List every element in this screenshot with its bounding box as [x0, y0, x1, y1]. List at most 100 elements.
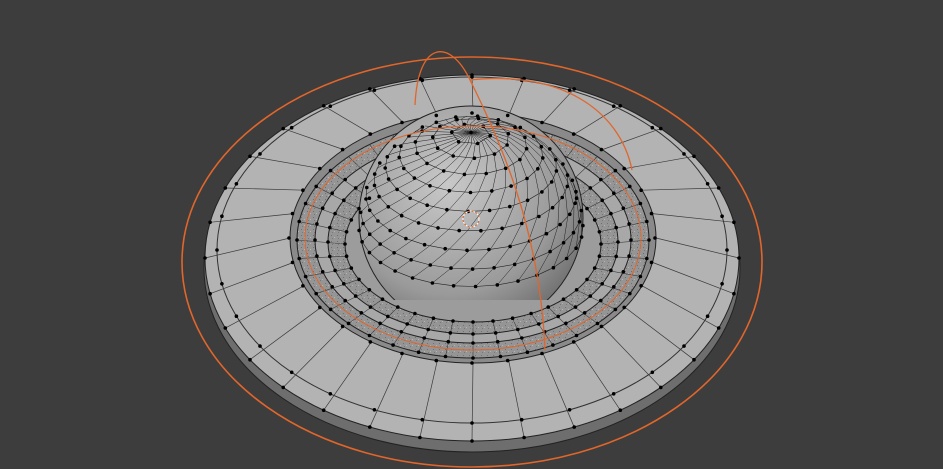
vertex [357, 206, 361, 211]
vertex [303, 201, 308, 206]
vertex [492, 266, 496, 270]
vertex [426, 327, 431, 332]
vertex [682, 152, 686, 156]
vertex [475, 141, 480, 146]
vertex [520, 221, 524, 226]
vertex [629, 238, 633, 242]
vertex [574, 246, 578, 250]
vertex [443, 354, 448, 359]
vertex [725, 248, 729, 252]
vertex [378, 242, 383, 246]
vertex [447, 188, 452, 193]
vertex [434, 113, 439, 118]
vertex [220, 214, 224, 218]
vertex [393, 269, 397, 273]
vertex [303, 274, 308, 279]
vertex [465, 248, 469, 253]
vertex [544, 231, 549, 236]
vertex [412, 176, 417, 180]
vertex [599, 242, 603, 246]
vertex [400, 120, 404, 125]
vertex [692, 357, 696, 362]
vertex [258, 344, 262, 348]
vertex [638, 201, 643, 206]
vertex [361, 221, 365, 226]
vertex [344, 254, 349, 258]
vertex [653, 236, 657, 240]
vertex [645, 219, 649, 224]
vertex [422, 242, 427, 247]
vertex [572, 87, 576, 91]
vertex [368, 305, 373, 309]
vertex [413, 311, 417, 316]
vertex [314, 184, 319, 189]
vertex [536, 167, 540, 171]
vertex [471, 332, 475, 336]
3d-viewport[interactable] [0, 0, 943, 469]
vertex [573, 305, 578, 309]
vertex [441, 169, 446, 173]
vertex [344, 230, 349, 234]
vertex [301, 188, 305, 192]
vertex [551, 265, 556, 270]
vertex [650, 125, 655, 130]
vertex [402, 166, 406, 171]
vertex [568, 212, 572, 217]
vertex [418, 435, 422, 440]
vertex [595, 321, 600, 326]
vertex [340, 147, 345, 152]
vertex [405, 322, 410, 326]
vertex [537, 214, 541, 219]
vertex [506, 131, 511, 136]
vertex [539, 144, 544, 149]
vertex [451, 284, 456, 288]
vertex [399, 144, 403, 148]
vertex [386, 177, 391, 181]
vertex [367, 333, 372, 338]
vertex [574, 333, 579, 338]
vertex [368, 87, 372, 91]
vertex [469, 130, 473, 135]
vertex [422, 336, 427, 340]
vertex [540, 190, 544, 194]
vertex [574, 288, 579, 292]
vertex [289, 125, 294, 130]
vertex [208, 220, 212, 225]
vertex [531, 134, 536, 139]
vertex [588, 186, 593, 190]
vertex [472, 156, 477, 160]
vertex [386, 314, 390, 319]
vertex [436, 226, 440, 230]
vertex [368, 132, 373, 136]
vertex [234, 314, 239, 319]
vertex [386, 205, 391, 209]
vertex [431, 316, 436, 321]
vertex [208, 291, 212, 296]
vertex [565, 173, 570, 177]
vertex [471, 341, 475, 345]
vertex [301, 284, 305, 288]
vertex [378, 161, 382, 165]
vertex [519, 417, 524, 422]
vertex [522, 435, 526, 440]
vertex [376, 219, 380, 223]
vertex [503, 166, 508, 171]
vertex [571, 340, 576, 344]
vertex [484, 171, 489, 176]
vertex [281, 385, 286, 390]
vertex [234, 182, 239, 186]
vertex [297, 219, 302, 224]
vertex [215, 248, 219, 252]
vertex [611, 392, 616, 396]
vertex [378, 321, 382, 326]
vertex [388, 228, 393, 233]
vertex [383, 166, 388, 170]
vertex [349, 266, 354, 270]
vertex [614, 254, 618, 259]
vertex [611, 104, 616, 108]
vertex [548, 249, 552, 254]
vertex [449, 266, 453, 270]
vertex [343, 298, 348, 303]
vertex [510, 316, 515, 321]
vertex [330, 285, 335, 289]
